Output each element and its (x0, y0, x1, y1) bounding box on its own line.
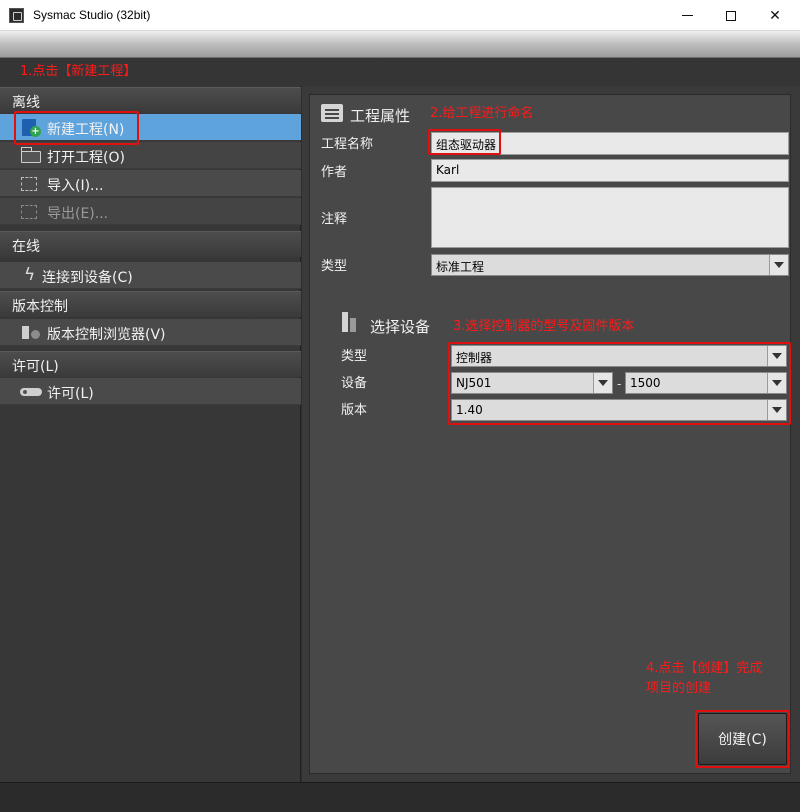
folder-icon (21, 147, 41, 163)
import-icon (21, 177, 37, 191)
menu-item-license[interactable]: 许可(L) (0, 378, 301, 405)
author-input[interactable]: Karl (431, 159, 789, 182)
title-bar: Sysmac Studio (32bit) ✕ (0, 0, 800, 31)
chevron-down-icon (769, 255, 788, 275)
annotation-step4-line1: 4.点击【创建】完成 (646, 661, 763, 676)
menu-item-export: 导出(E)... (0, 198, 301, 225)
status-bar (0, 782, 800, 812)
section-header-version-control: 版本控制 (0, 291, 301, 317)
device-category-label: 类型 (341, 349, 368, 364)
project-type-label: 类型 (321, 259, 348, 274)
menu-item-version-control-browser[interactable]: 版本控制浏览器(V) (0, 319, 301, 346)
menu-item-import[interactable]: 导入(I)... (0, 170, 301, 197)
export-icon (21, 205, 37, 219)
section-header-license: 许可(L) (0, 351, 301, 377)
menu-item-connect-device[interactable]: ϟ 连接到设备(C) (0, 262, 301, 289)
sysmac-app-icon (9, 8, 24, 23)
comment-label: 注释 (321, 212, 348, 227)
version-control-icon (22, 324, 42, 341)
device-icon (342, 312, 358, 332)
minimize-button[interactable] (664, 0, 710, 31)
close-icon: ✕ (769, 7, 781, 24)
device-label: 设备 (341, 376, 368, 391)
annotation-step1: 1.点击【新建工程】 (20, 64, 137, 79)
section-header-online: 在线 (0, 231, 301, 257)
project-properties-title: 工程属性 (350, 107, 411, 125)
maximize-button[interactable] (708, 0, 754, 31)
close-button[interactable]: ✕ (752, 0, 798, 31)
comment-textarea[interactable] (431, 187, 789, 248)
project-type-select[interactable]: 标准工程 (431, 254, 789, 276)
section-header-offline: 离线 (0, 87, 301, 113)
project-type-value: 标准工程 (436, 260, 485, 274)
annotation-step2: 2.给工程进行命名 (430, 106, 534, 121)
project-name-label: 工程名称 (321, 137, 374, 152)
menu-item-label: 连接到设备(C) (42, 270, 133, 286)
annotation-step3: 3.选择控制器的型号及固件版本 (453, 319, 635, 334)
annotation-highlight-project-name (428, 129, 501, 155)
annotation-highlight-create (695, 710, 790, 768)
author-label: 作者 (321, 165, 348, 180)
key-icon (20, 388, 42, 396)
menu-item-label: 打开工程(O) (47, 150, 125, 166)
project-properties-icon (321, 104, 343, 122)
menu-item-label: 版本控制浏览器(V) (47, 327, 166, 343)
menu-item-label: 许可(L) (47, 386, 94, 402)
device-selection-title: 选择设备 (370, 318, 431, 336)
maximize-icon (726, 10, 736, 21)
minimize-icon (681, 15, 693, 16)
menu-item-label: 导出(E)... (47, 206, 109, 222)
annotation-highlight-new-project (14, 111, 139, 145)
annotation-highlight-device-selection (448, 342, 791, 425)
menu-item-label: 导入(I)... (47, 178, 104, 194)
version-label: 版本 (341, 403, 368, 418)
menu-item-open-project[interactable]: 打开工程(O) (0, 142, 301, 169)
toolbar-strip (0, 31, 800, 58)
annotation-step4-line2: 项目的创建 (646, 681, 712, 696)
lightning-icon: ϟ (24, 265, 36, 285)
window-title: Sysmac Studio (32bit) (33, 8, 151, 22)
